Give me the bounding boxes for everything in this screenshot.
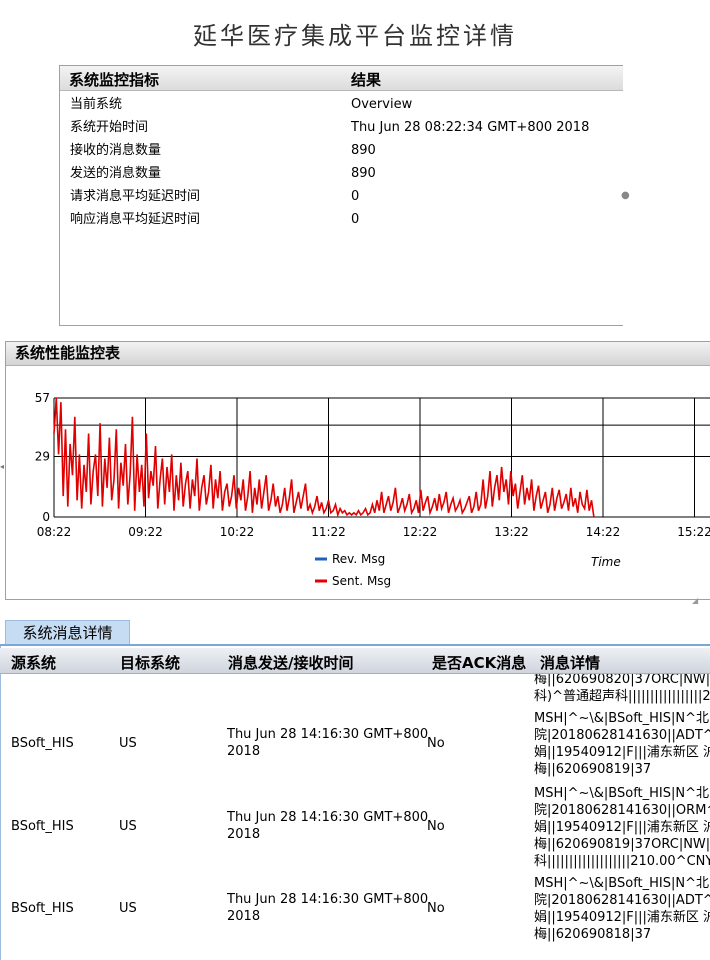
metric-value: Thu Jun 28 08:22:34 GMT+800 2018	[351, 120, 590, 135]
performance-chart-panel: 系统性能监控表 08:22 09:22 10:22 11:22 12:22 13:22 14…	[5, 341, 710, 600]
metrics-panel: 系统监控指标 结果 当前系统 Overview 系统开始时间 Thu Jun 2…	[59, 65, 623, 326]
metrics-header-result: 结果	[351, 71, 382, 89]
col-message-detail[interactable]: 消息详情	[540, 652, 600, 673]
table-left-border	[0, 646, 1, 960]
col-message-time[interactable]: 消息发送/接收时间	[228, 652, 353, 673]
cell-detail: MSH|^~\&|BSoft_HIS|N^北院 院|20180628141630|…	[534, 786, 710, 869]
y-tick-label: 0	[42, 510, 50, 524]
cell-source: BSoft_HIS	[11, 736, 74, 751]
message-detail-table: 源系统 目标系统 消息发送/接收时间 是否ACK消息 消息详情 2018 梅||…	[0, 646, 710, 960]
cell-ack: No	[427, 819, 445, 834]
x-tick-label: 12:22	[403, 525, 438, 539]
metric-value: 0	[351, 189, 360, 204]
metric-row-received-count: 接收的消息数量 890	[70, 139, 610, 162]
metric-row-sent-count: 发送的消息数量 890	[70, 162, 610, 185]
cell-detail: MSH|^~\&|BSoft_HIS|N^北院 院|20180628141630|…	[534, 711, 710, 777]
cell-target: US	[119, 901, 137, 916]
cell-target: US	[119, 736, 137, 751]
scroll-dot-icon: ●	[621, 190, 630, 201]
x-tick-label: 09:22	[128, 525, 163, 539]
x-tick-label: 10:22	[220, 525, 255, 539]
metric-value: Overview	[351, 97, 413, 112]
metrics-header-indicator: 系统监控指标	[69, 71, 160, 89]
metric-row-start-time: 系统开始时间 Thu Jun 28 08:22:34 GMT+800 2018	[70, 116, 610, 139]
x-tick-label: 11:22	[311, 525, 346, 539]
cell-detail: MSH|^~\&|BSoft_HIS|N^北院 院|20180628141630|…	[534, 876, 710, 942]
metric-row-current-system: 当前系统 Overview	[70, 93, 610, 116]
x-tick-label: 08:22	[37, 525, 72, 539]
cell-time-year: 2018	[227, 909, 261, 924]
performance-chart: 08:22 09:22 10:22 11:22 12:22 13:22 14:22 15:22…	[35, 391, 710, 588]
col-source-system[interactable]: 源系统	[11, 652, 56, 673]
y-tick-label: 29	[35, 449, 50, 463]
cell-time-year: 2018	[227, 827, 261, 842]
legend-label-sent-msg: Sent. Msg	[332, 574, 391, 588]
col-ack[interactable]: 是否ACK消息	[432, 652, 526, 673]
legend-label-rev-msg: Rev. Msg	[332, 552, 385, 566]
metric-value: 890	[351, 166, 376, 181]
cell-ack: No	[427, 736, 445, 751]
x-axis-label: Time	[591, 555, 621, 569]
cell-source: BSoft_HIS	[11, 819, 74, 834]
tab-message-details[interactable]: 系统消息详情	[5, 620, 130, 645]
metric-label: 当前系统	[70, 97, 123, 112]
cell-time: Thu Jun 28 14:16:30 GMT+800	[227, 892, 429, 907]
x-tick-label: 14:22	[586, 525, 621, 539]
metric-label: 系统开始时间	[70, 120, 149, 135]
cell-time: Thu Jun 28 14:16:30 GMT+800	[227, 810, 429, 825]
cell-time: Thu Jun 28 14:16:30 GMT+800	[227, 727, 429, 742]
metric-label: 发送的消息数量	[70, 166, 162, 181]
cell-detail: 梅||620690820|37ORC|NW|62 科)^普通超声科||||||||…	[534, 672, 710, 704]
cell-target: US	[119, 819, 137, 834]
col-target-system[interactable]: 目标系统	[120, 652, 180, 673]
x-tick-label: 15:22	[677, 525, 710, 539]
x-tick-label: 13:22	[494, 525, 529, 539]
left-arrow-icon[interactable]: ◂	[0, 462, 4, 471]
cell-source: BSoft_HIS	[11, 901, 74, 916]
y-tick-label: 57	[35, 391, 50, 405]
cell-ack: No	[427, 901, 445, 916]
metric-value: 0	[351, 212, 360, 227]
resize-handle-icon[interactable]: ◢	[692, 596, 698, 605]
metric-value: 890	[351, 143, 376, 158]
metric-label: 接收的消息数量	[70, 143, 162, 158]
metric-row-response-latency: 响应消息平均延迟时间 0	[70, 208, 610, 231]
metric-label: 响应消息平均延迟时间	[70, 212, 201, 227]
metrics-header: 系统监控指标 结果	[60, 66, 623, 91]
cell-time-year: 2018	[227, 744, 261, 759]
page-title: 延华医疗集成平台监控详情	[193, 22, 517, 50]
series-line-sent-msg	[53, 397, 595, 518]
metric-label: 请求消息平均延迟时间	[70, 189, 201, 204]
detail-table-header: 源系统 目标系统 消息发送/接收时间 是否ACK消息 消息详情	[0, 648, 710, 674]
metric-row-request-latency: 请求消息平均延迟时间 0	[70, 185, 610, 208]
